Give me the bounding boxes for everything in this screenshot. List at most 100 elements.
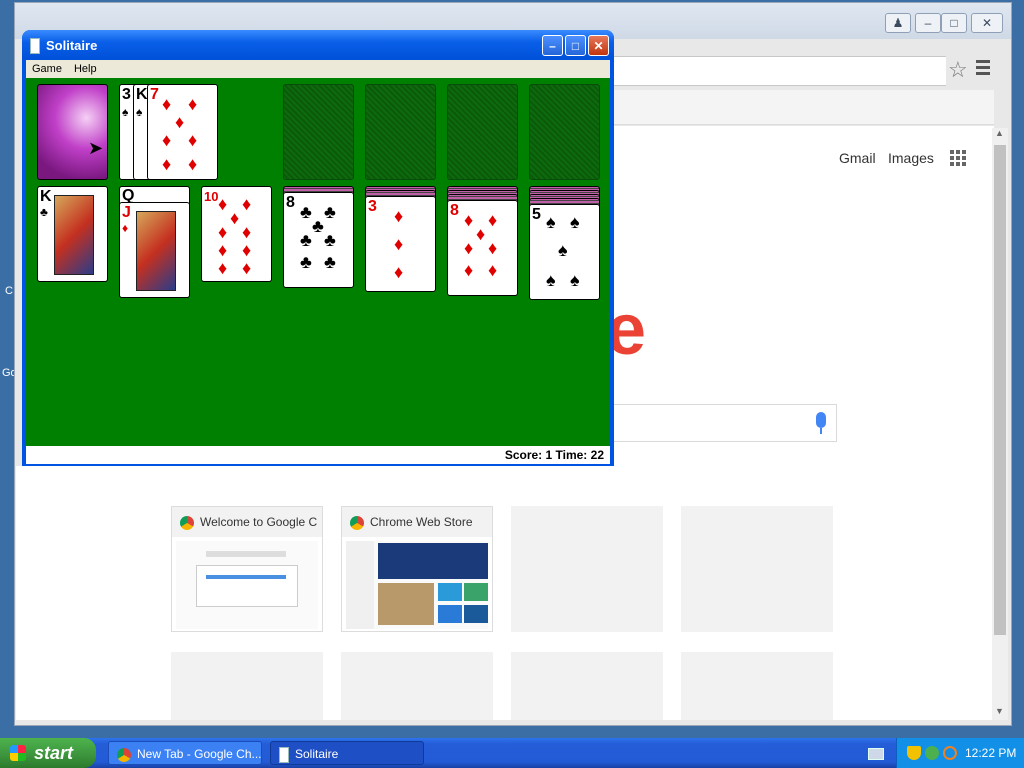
card-pip: ♦ (394, 262, 404, 282)
most-visited-tile[interactable]: Chrome Web Store (341, 506, 493, 632)
menu-bar: Game Help (26, 60, 610, 78)
gmail-link[interactable]: Gmail (839, 150, 876, 166)
chrome-favicon-icon (180, 515, 194, 530)
card-pip: ♦ (218, 194, 228, 214)
card-rank: 7 (150, 86, 159, 103)
score-time-text: Score: 1 Time: 22 (504, 448, 604, 462)
security-shield-icon[interactable] (907, 746, 921, 760)
start-label: start (34, 743, 74, 763)
card-pip: ♦ (230, 208, 240, 228)
stock-pile[interactable] (37, 84, 108, 180)
card-suit: ♦ (122, 221, 129, 235)
tableau-card[interactable]: 10 ♦ ♦ ♦ ♦ ♦ ♦ ♦ ♦ ♦ (201, 186, 272, 282)
card-pip: ♦ (464, 260, 474, 280)
card-rank: 10 (204, 189, 219, 204)
card-pip: ♠ (570, 270, 580, 290)
card-rank: 8 (286, 194, 295, 211)
tile-thumbnail (346, 541, 488, 629)
solitaire-titlebar[interactable]: Solitaire – □ ✕ (22, 30, 614, 60)
card-rank: 3 (122, 86, 131, 103)
close-button[interactable]: ✕ (588, 35, 609, 56)
solitaire-window: Solitaire – □ ✕ Game Help ➤ 3 ♠ K ♠ 7 ♦ ♦… (22, 30, 614, 466)
minimize-button[interactable]: – (542, 35, 563, 56)
most-visited-tile-empty (681, 652, 833, 720)
search-icon[interactable] (943, 746, 957, 760)
tableau-card[interactable]: 8 ♦ ♦ ♦ ♦ ♦ ♦ ♦ (447, 200, 518, 296)
foundation-slot[interactable] (447, 84, 518, 180)
card-pip: ♦ (488, 238, 498, 258)
card-pip: ♦ (394, 234, 404, 254)
apps-grid-icon[interactable] (950, 150, 968, 168)
card-suit: ♠ (136, 105, 143, 119)
maximize-button[interactable]: □ (565, 35, 586, 56)
most-visited-tile-empty (681, 506, 833, 632)
menu-game[interactable]: Game (32, 63, 62, 75)
microphone-icon[interactable] (816, 412, 826, 428)
game-board: ➤ 3 ♠ K ♠ 7 ♦ ♦ ♦ ♦ ♦ ♦ ♦ K ♣ Q J ♦ 10 ♦… (26, 78, 610, 446)
card-pip: ♣ (300, 202, 312, 222)
card-rank: 3 (368, 198, 377, 215)
network-icon[interactable] (925, 746, 939, 760)
card-pip: ♦ (218, 222, 228, 242)
card-suit: ♦ (162, 94, 172, 114)
card-pip: ♦ (188, 130, 198, 150)
keyboard-icon[interactable] (868, 748, 884, 760)
scroll-down-arrow-icon[interactable]: ▼ (995, 706, 1004, 716)
foundation-slot[interactable] (529, 84, 600, 180)
tile-thumbnail (176, 541, 318, 629)
images-link[interactable]: Images (888, 150, 934, 166)
profile-button[interactable]: ♟ (885, 13, 911, 33)
taskbar-item-label: New Tab - Google Ch... (137, 747, 262, 761)
card-suit: ♣ (40, 205, 48, 219)
omnibox[interactable] (600, 56, 946, 86)
tile-title: Chrome Web Store (370, 515, 473, 529)
waste-top-card[interactable]: 7 ♦ ♦ ♦ ♦ ♦ ♦ ♦ (147, 84, 218, 180)
card-pip: ♠ (570, 212, 580, 232)
card-pip: ♣ (324, 230, 336, 250)
tile-header: Welcome to Google C (172, 507, 322, 537)
card-pip: ♣ (300, 252, 312, 272)
tableau-card[interactable]: 5 ♠ ♠ ♠ ♠ ♠ (529, 204, 600, 300)
jack-face-art (136, 211, 176, 291)
most-visited-tile-empty (511, 506, 663, 632)
tableau-card[interactable]: J ♦ (119, 202, 190, 298)
card-pip: ♦ (175, 112, 185, 132)
card-pip: ♣ (324, 202, 336, 222)
tile-header: Chrome Web Store (342, 507, 492, 537)
card-pip: ♣ (300, 230, 312, 250)
scroll-up-arrow-icon[interactable]: ▲ (995, 128, 1004, 138)
chrome-restore-button[interactable]: □ (941, 13, 967, 33)
solitaire-icon (279, 746, 289, 763)
solitaire-app-icon[interactable] (30, 38, 40, 54)
google-search-box[interactable] (600, 404, 837, 442)
most-visited-tile[interactable]: Welcome to Google C (171, 506, 323, 632)
foundation-slot[interactable] (283, 84, 354, 180)
chrome-menu-icon[interactable] (976, 60, 990, 76)
card-pip: ♠ (546, 212, 556, 232)
menu-help[interactable]: Help (74, 63, 97, 75)
foundation-slot[interactable] (365, 84, 436, 180)
tile-title: Welcome to Google C (200, 515, 318, 529)
card-pip: ♦ (464, 210, 474, 230)
taskbar-item-chrome[interactable]: New Tab - Google Ch... (108, 741, 262, 765)
bookmark-bar (600, 90, 994, 125)
tableau-card[interactable]: K ♣ (37, 186, 108, 282)
card-pip: ♦ (488, 260, 498, 280)
card-pip: ♦ (218, 258, 228, 278)
start-button[interactable]: start (0, 738, 96, 768)
window-title: Solitaire (46, 38, 98, 53)
card-pip: ♣ (324, 252, 336, 272)
desktop-icon-label: C (5, 285, 13, 297)
taskbar-item-solitaire[interactable]: Solitaire (270, 741, 424, 765)
bookmark-star-icon[interactable]: ☆ (948, 58, 968, 82)
chrome-close-button[interactable]: ✕ (971, 13, 1003, 33)
chrome-favicon-icon (350, 515, 364, 530)
tableau-card[interactable]: 8 ♣ ♣ ♣ ♣ ♣ ♣ ♣ (283, 192, 354, 288)
chrome-minimize-button[interactable]: – (915, 13, 941, 33)
scrollbar-thumb[interactable] (994, 145, 1006, 635)
card-pip: ♦ (488, 210, 498, 230)
windows-flag-icon (10, 745, 26, 761)
card-pip: ♦ (394, 206, 404, 226)
mouse-cursor-icon: ➤ (88, 138, 104, 158)
tableau-card[interactable]: 3 ♦ ♦ ♦ (365, 196, 436, 292)
